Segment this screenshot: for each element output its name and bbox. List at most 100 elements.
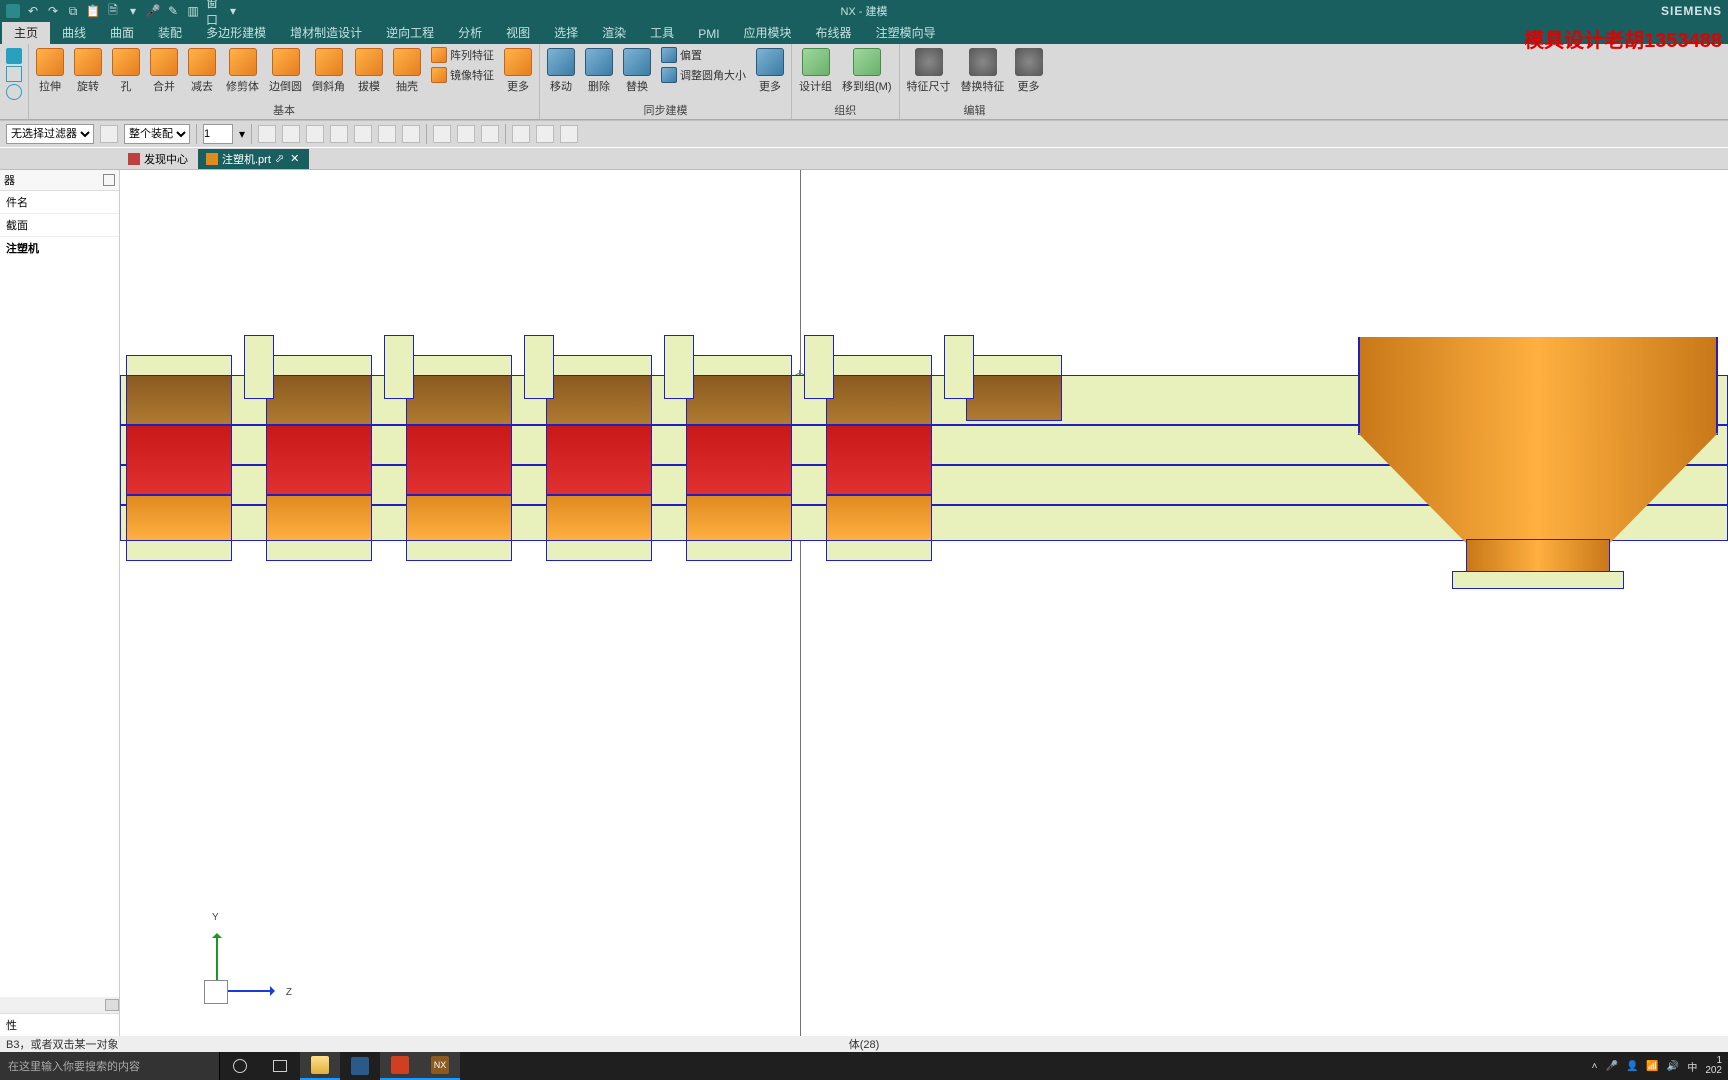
save-icon[interactable]: 🗎 xyxy=(106,4,120,18)
coord-triad[interactable]: Y Z xyxy=(190,916,290,1016)
tree-item-part[interactable]: 注塑机 xyxy=(0,237,119,259)
tray-chevron-icon[interactable]: ˄ xyxy=(1592,1061,1598,1072)
opt-icon-8[interactable] xyxy=(433,125,451,143)
opt-icon-11[interactable] xyxy=(512,125,530,143)
window-menu[interactable]: 窗口 xyxy=(206,4,220,18)
separator xyxy=(196,124,197,144)
window-dropdown-icon[interactable]: ▾ xyxy=(226,4,240,18)
calculator-button[interactable] xyxy=(340,1052,380,1080)
opt-icon-12[interactable] xyxy=(536,125,554,143)
tab-mold[interactable]: 注塑模向导 xyxy=(864,21,948,44)
opt-icon-3[interactable] xyxy=(306,125,324,143)
subtract-button[interactable]: 减去 xyxy=(185,46,219,96)
opt-icon-10[interactable] xyxy=(481,125,499,143)
tab-close-icon[interactable]: ✕ xyxy=(288,152,301,165)
tab-curve[interactable]: 曲线 xyxy=(50,21,98,44)
tab-surface[interactable]: 曲面 xyxy=(98,21,146,44)
explorer-button[interactable] xyxy=(300,1052,340,1080)
opt-icon-13[interactable] xyxy=(560,125,578,143)
extrude-button[interactable]: 拉伸 xyxy=(33,46,67,96)
hole-button[interactable]: 孔 xyxy=(109,46,143,96)
tab-render[interactable]: 渲染 xyxy=(590,21,638,44)
pattern-button[interactable]: 阵列特征 xyxy=(428,46,497,64)
undo-icon[interactable]: ↶ xyxy=(26,4,40,18)
line-icon[interactable] xyxy=(6,66,22,82)
sketch-icon[interactable] xyxy=(6,48,22,64)
tray-clock[interactable]: 1 202 xyxy=(1705,1056,1722,1076)
filter-select[interactable]: 无选择过滤器 xyxy=(6,124,94,144)
more-edit-button[interactable]: 更多 xyxy=(1012,46,1046,96)
nx-button[interactable]: NX xyxy=(420,1052,460,1080)
draft-button[interactable]: 拔模 xyxy=(352,46,386,96)
opt-icon-2[interactable] xyxy=(282,125,300,143)
section-row[interactable]: 截面 xyxy=(0,214,119,237)
offset-button[interactable]: 偏置 xyxy=(658,46,749,64)
chamfer-button[interactable]: 倒斜角 xyxy=(309,46,348,96)
more-sync-button[interactable]: 更多 xyxy=(753,46,787,96)
opt-icon-9[interactable] xyxy=(457,125,475,143)
tray-volume-icon[interactable]: 🔊 xyxy=(1667,1061,1679,1072)
pin-icon[interactable] xyxy=(103,174,115,186)
mic-icon[interactable]: 🎤 xyxy=(146,4,160,18)
tab-app[interactable]: 应用模块 xyxy=(732,21,804,44)
qat-dropdown-icon[interactable]: ▾ xyxy=(126,4,140,18)
opt-icon-7[interactable] xyxy=(402,125,420,143)
scroll-right-icon[interactable] xyxy=(105,999,119,1011)
graphics-canvas[interactable]: Y Z xyxy=(120,170,1728,1036)
panel-hscroll[interactable] xyxy=(0,997,119,1013)
copy-icon[interactable]: ⧉ xyxy=(66,4,80,18)
mirror-button[interactable]: 镜像特征 xyxy=(428,66,497,84)
replace-face-button[interactable]: 替换 xyxy=(620,46,654,96)
tab-tools[interactable]: 工具 xyxy=(638,21,686,44)
discover-tab[interactable]: 发现中心 xyxy=(120,149,196,169)
opt-icon-1[interactable] xyxy=(258,125,276,143)
delete-face-button[interactable]: 删除 xyxy=(582,46,616,96)
trim-button[interactable]: 修剪体 xyxy=(223,46,262,96)
tray-user-icon[interactable]: 👤 xyxy=(1626,1061,1638,1072)
nx-menu-icon[interactable] xyxy=(6,4,20,18)
tray-wifi-icon[interactable]: 📶 xyxy=(1646,1061,1658,1072)
qty-input[interactable] xyxy=(203,124,233,144)
tab-home[interactable]: 主页 xyxy=(2,21,50,44)
tray-mic-icon[interactable]: 🎤 xyxy=(1606,1061,1618,1072)
tab-reverse[interactable]: 逆向工程 xyxy=(374,21,446,44)
move-face-button[interactable]: 移动 xyxy=(544,46,578,96)
unite-button[interactable]: 合并 xyxy=(147,46,181,96)
qty-dropdown-icon[interactable]: ▾ xyxy=(239,127,245,141)
tray-ime[interactable]: 中 xyxy=(1687,1059,1697,1074)
redo-icon[interactable]: ↷ xyxy=(46,4,60,18)
design-group-button[interactable]: 设计组 xyxy=(796,46,835,96)
tab-popout-icon[interactable]: ⬀ xyxy=(275,152,284,165)
replace-feature-button[interactable]: 替换特征 xyxy=(958,46,1008,96)
opt-icon-4[interactable] xyxy=(330,125,348,143)
revolve-button[interactable]: 旋转 xyxy=(71,46,105,96)
draft-icon xyxy=(355,48,383,76)
tab-select[interactable]: 选择 xyxy=(542,21,590,44)
tab-assembly[interactable]: 装配 xyxy=(146,21,194,44)
tab-routing[interactable]: 布线器 xyxy=(804,21,864,44)
edge-blend-button[interactable]: 边倒圆 xyxy=(266,46,305,96)
filter-icon[interactable] xyxy=(100,125,118,143)
circle-icon[interactable] xyxy=(6,84,22,100)
tab-pmi[interactable]: PMI xyxy=(686,24,731,44)
tab-view[interactable]: 视图 xyxy=(494,21,542,44)
column-header-name[interactable]: 件名 xyxy=(0,191,119,214)
cortana-button[interactable] xyxy=(220,1052,260,1080)
more-basic-button[interactable]: 更多 xyxy=(501,46,535,96)
move-to-group-button[interactable]: 移到组(M) xyxy=(839,46,895,96)
shell-button[interactable]: 抽壳 xyxy=(390,46,424,96)
tab-additive[interactable]: 增材制造设计 xyxy=(278,21,374,44)
tab-analysis[interactable]: 分析 xyxy=(446,21,494,44)
scope-select[interactable]: 整个装配 xyxy=(124,124,190,144)
resize-blend-button[interactable]: 调整圆角大小 xyxy=(658,66,749,84)
part-tab[interactable]: 注塑机.prt ⬀ ✕ xyxy=(198,149,309,169)
taskbar-search[interactable]: 在这里输入你要搜索的内容 xyxy=(0,1052,220,1080)
paste-icon[interactable]: 📋 xyxy=(86,4,100,18)
opt-icon-6[interactable] xyxy=(378,125,396,143)
touch-icon[interactable]: ✎ xyxy=(166,4,180,18)
layout-icon[interactable]: ▥ xyxy=(186,4,200,18)
opt-icon-5[interactable] xyxy=(354,125,372,143)
task-view-button[interactable] xyxy=(260,1052,300,1080)
powerpoint-button[interactable] xyxy=(380,1052,420,1080)
feature-dim-button[interactable]: 特征尺寸 xyxy=(904,46,954,96)
